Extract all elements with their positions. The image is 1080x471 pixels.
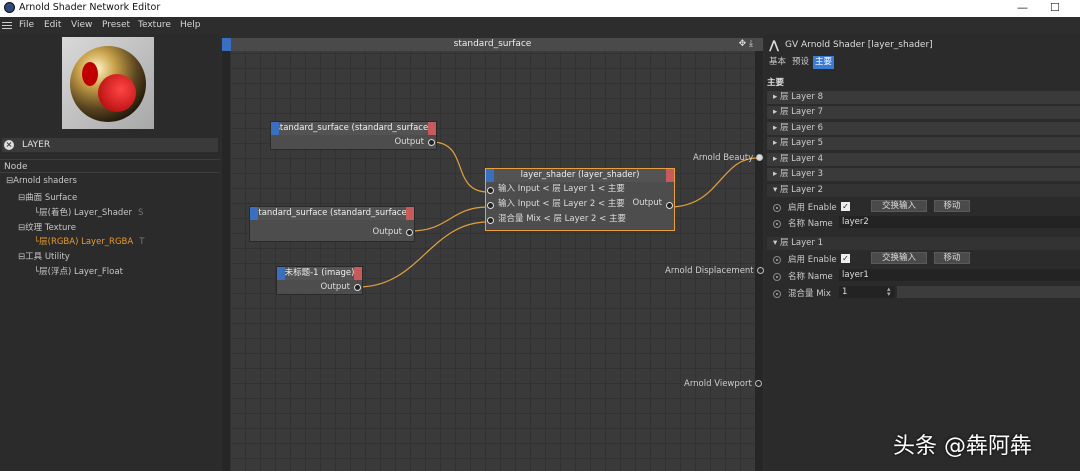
layer2-enable-checkbox[interactable]: ✓ [841,202,850,211]
layer2-move-button[interactable]: 移动 [934,200,970,212]
layer1-mix-row: 混合量 Mix [773,287,831,299]
section-title: 主要 [767,78,785,88]
layer2-name-input[interactable]: layer2 [839,216,1080,228]
node-standard-surface-1[interactable]: standard_surface (standard_surface) Outp… [270,121,437,150]
menu-edit[interactable]: Edit [44,20,61,30]
output-port[interactable] [406,229,413,236]
node-title: standard_surface (standard_surface) [271,122,436,135]
mix-stepper-icon[interactable]: ▴ ▾ [887,286,891,298]
output-port-label: Output [320,282,350,292]
tree-item-layer-rgba[interactable]: └层(RGBA) Layer_RGBA T [34,235,144,247]
layer-2-row[interactable]: ▾ 层 Layer 2 [767,184,1080,197]
layer-5-row[interactable]: ▸ 层 Layer 5 [767,137,1080,150]
menu-file[interactable]: File [19,20,34,30]
layer-8-row[interactable]: ▸ 层 Layer 8 [767,91,1080,104]
layer2-swap-button[interactable]: 交换输入 [871,200,927,212]
material-preview [62,37,154,129]
layer1-enable-row: 启用 Enable [773,253,837,265]
node-browser-panel: × LAYER Node ⊟Arnold shaders ⊟曲面 Surface… [0,34,220,471]
layer1-name-input[interactable]: layer1 [839,269,1080,281]
layer-4-row[interactable]: ▸ 层 Layer 4 [767,153,1080,166]
window-title: Arnold Shader Network Editor [19,2,161,13]
input-label-layer1: 输入 Input < 层 Layer 1 < 主要 [498,184,625,194]
output-port[interactable] [354,284,361,291]
tree-item-layer-shader[interactable]: └层(着色) Layer_Shader S [34,206,143,218]
layer1-swap-button[interactable]: 交换输入 [871,252,927,264]
search-input[interactable]: LAYER [22,140,50,150]
tab-basic[interactable]: 基本 [767,56,788,69]
menu-view[interactable]: View [71,20,92,30]
layer2-enable-row: 启用 Enable [773,201,837,213]
graph-header: standard_surface ✥ ⤓ [222,38,763,51]
output-port-label: Output [632,198,662,208]
tree-item-surface[interactable]: ⊟曲面 Surface [18,191,77,203]
layer1-enable-checkbox[interactable]: ✓ [841,254,850,263]
menu-help[interactable]: Help [180,20,201,30]
node-search[interactable]: × LAYER [2,138,218,152]
maximize-button[interactable]: ☐ [1050,1,1060,14]
layer-1-row[interactable]: ▾ 层 Layer 1 [767,237,1080,250]
endpoint-arnold-displacement[interactable]: Arnold Displacement [665,266,764,276]
node-title: 未标题-1 (image) [277,267,362,280]
endpoint-arnold-beauty[interactable]: Arnold Beauty [693,153,764,163]
output-port[interactable] [666,202,673,209]
output-port-label: Output [394,137,424,147]
layer1-mix-slider[interactable] [897,286,1080,298]
window-titlebar: Arnold Shader Network Editor — ☐ [0,0,1080,17]
output-port-label: Output [372,227,402,237]
layer1-move-button[interactable]: 移动 [934,252,970,264]
tab-main[interactable]: 主要 [813,56,835,69]
menu-bar: File Edit View Preset Texture Help [0,17,1080,34]
graph-title: standard_surface [453,39,532,49]
tree-item-utility[interactable]: ⊟工具 Utility [18,250,70,262]
attributes-panel: ⋀ GV Arnold Shader [layer_shader] 基本 预设 … [765,34,1080,471]
layer-3-row[interactable]: ▸ 层 Layer 3 [767,168,1080,181]
attributes-header: ⋀ GV Arnold Shader [layer_shader] [765,38,1080,52]
preview-sphere [70,46,146,122]
node-graph-canvas[interactable] [222,38,763,471]
node-title: standard_surface (standard_surface) [250,207,414,220]
clear-search-icon[interactable]: × [4,140,14,150]
endpoint-arnold-viewport[interactable]: Arnold Viewport [684,379,762,389]
arnold-logo-icon: ⋀ [769,38,780,52]
output-port[interactable] [428,139,435,146]
graph-controls-icon[interactable]: ✥ ⤓ [739,38,753,51]
node-header-label: Node [4,162,28,172]
layer1-name-row: 名称 Name [773,270,833,282]
node-layer-shader[interactable]: layer_shader (layer_shader) 输入 Input < 层… [485,168,675,231]
minimize-button[interactable]: — [1017,1,1028,14]
node-title: layer_shader (layer_shader) [486,169,674,182]
tree-item-texture[interactable]: ⊟纹理 Texture [18,221,76,233]
tree-item-layer-float[interactable]: └层(浮点) Layer_Float [34,265,123,277]
tree-item-arnold-shaders[interactable]: ⊟Arnold shaders [6,176,77,186]
menu-texture[interactable]: Texture [138,20,171,30]
attributes-title: GV Arnold Shader [layer_shader] [785,40,933,50]
layer2-name-row: 名称 Name [773,217,833,229]
input-label-mix: 混合量 Mix < 层 Layer 2 < 主要 [498,214,626,224]
watermark-text: 头条 @犇阿犇 [893,434,1032,459]
hamburger-menu-icon[interactable] [2,20,12,30]
node-image[interactable]: 未标题-1 (image) Output [276,266,363,295]
menu-preset[interactable]: Preset [102,20,130,30]
tab-preset[interactable]: 预设 [790,56,811,69]
layer-6-row[interactable]: ▸ 层 Layer 6 [767,122,1080,135]
app-icon [4,2,15,13]
node-list-header: Node [0,159,220,173]
layer-7-row[interactable]: ▸ 层 Layer 7 [767,106,1080,119]
node-standard-surface-2[interactable]: standard_surface (standard_surface) Outp… [249,206,415,242]
